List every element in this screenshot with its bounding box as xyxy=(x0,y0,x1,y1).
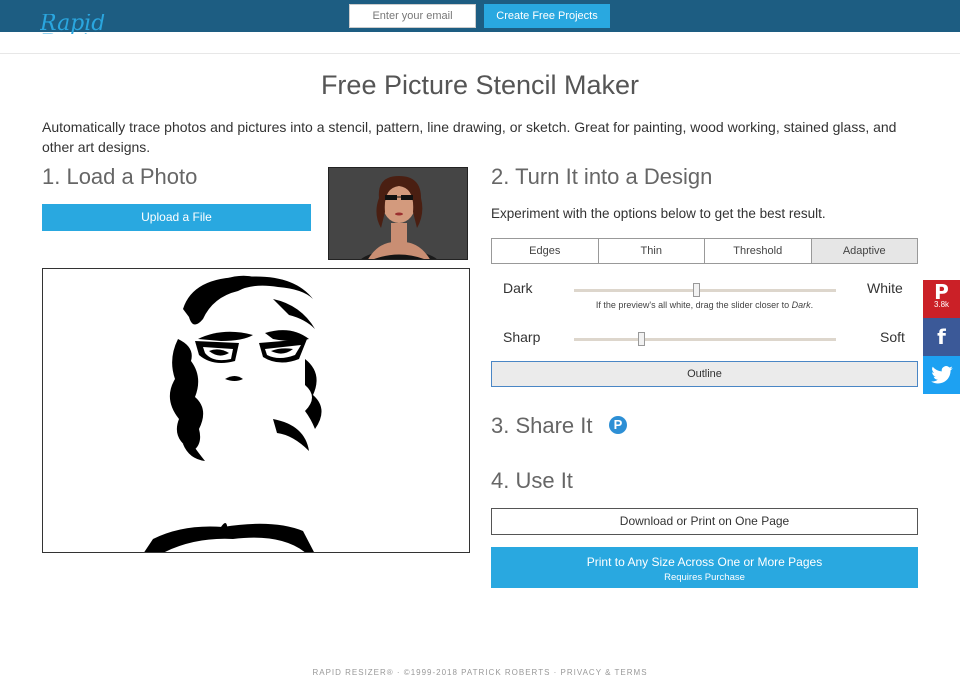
hint-dark-emphasis: Dark xyxy=(791,300,811,310)
slider-soft-label: Soft xyxy=(880,329,905,345)
page-title: Free Picture Stencil Maker xyxy=(320,70,640,100)
upload-file-button[interactable]: Upload a File xyxy=(42,204,311,231)
facebook-share-button[interactable]: f xyxy=(923,318,960,356)
options-instruction: Experiment with the options below to get… xyxy=(491,206,826,221)
print-any-size-label: Print to Any Size Across One or More Pag… xyxy=(586,555,823,569)
portrait-image xyxy=(329,168,467,259)
slider-sharp-label: Sharp xyxy=(503,329,541,345)
requires-purchase-note: Requires Purchase xyxy=(664,572,745,583)
step2-heading: 2. Turn It into a Design xyxy=(491,164,713,189)
tab-thin[interactable]: Thin xyxy=(597,238,705,264)
create-free-projects-button[interactable]: Create Free Projects xyxy=(484,4,610,28)
step1-heading: 1. Load a Photo xyxy=(42,164,198,189)
header-divider xyxy=(0,53,960,54)
sharpness-slider-handle[interactable] xyxy=(638,332,645,346)
stencil-preview xyxy=(42,268,470,553)
outline-button[interactable]: Outline xyxy=(491,361,918,387)
twitter-share-button[interactable] xyxy=(923,356,960,394)
tab-adaptive[interactable]: Adaptive xyxy=(810,238,918,264)
brightness-slider-track[interactable] xyxy=(574,289,836,292)
tab-edges[interactable]: Edges xyxy=(491,238,599,264)
download-print-button[interactable]: Download or Print on One Page xyxy=(491,508,918,535)
print-any-size-button[interactable]: Print to Any Size Across One or More Pag… xyxy=(491,547,918,588)
footer: RAPID RESIZER® · ©1999-2018 PATRICK ROBE… xyxy=(312,668,648,677)
step3-heading: 3. Share It xyxy=(491,413,593,438)
slider-hint: If the preview's all white, drag the sli… xyxy=(595,300,814,310)
source-photo-thumbnail xyxy=(328,167,468,260)
brightness-slider-handle[interactable] xyxy=(693,283,700,297)
slider-dark-label: Dark xyxy=(503,280,533,296)
stencil-preview-image xyxy=(144,275,322,552)
logo[interactable]: Rapid Resizer xyxy=(40,14,180,34)
pinterest-share-button[interactable]: P 3.8k xyxy=(923,280,960,318)
twitter-icon xyxy=(930,366,953,384)
facebook-icon: f xyxy=(937,325,946,349)
pinterest-share-count: 3.8k xyxy=(933,300,950,309)
step4-heading: 4. Use It xyxy=(491,468,573,493)
pinterest-icon[interactable]: P xyxy=(609,416,627,434)
email-input[interactable] xyxy=(349,4,476,28)
sharpness-slider-track[interactable] xyxy=(574,338,836,341)
slider-white-label: White xyxy=(867,280,903,296)
tab-threshold[interactable]: Threshold xyxy=(704,238,812,264)
intro-text: Automatically trace photos and pictures … xyxy=(42,119,897,155)
mode-tabs: Edges Thin Threshold Adaptive xyxy=(491,238,918,264)
